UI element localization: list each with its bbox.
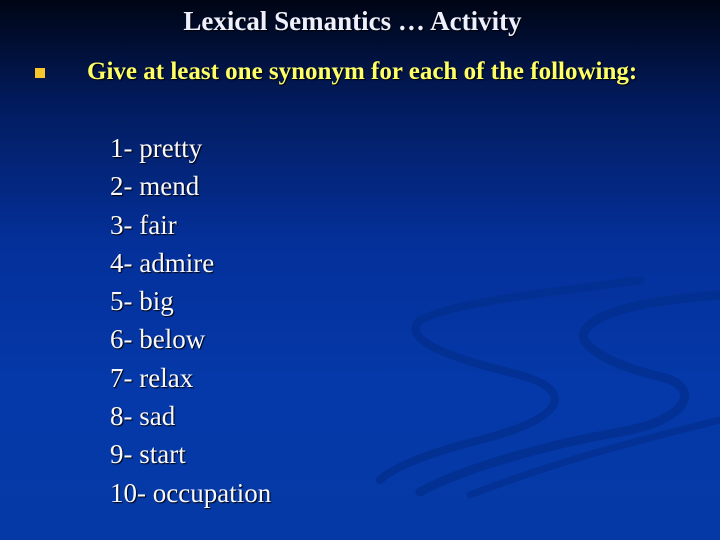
list-item: 5- big bbox=[110, 286, 174, 317]
list-item: 1- pretty bbox=[110, 133, 203, 163]
square-bullet-icon bbox=[35, 68, 45, 78]
instruction-text: Give at least one synonym for each of th… bbox=[87, 58, 638, 85]
list-item: 9- start bbox=[110, 439, 186, 470]
list-item: 2- mend bbox=[110, 171, 200, 202]
list-item: 10- occupation bbox=[110, 477, 272, 508]
list-item: 4- admire bbox=[110, 247, 215, 278]
list-item: 3- fair bbox=[110, 209, 177, 240]
word-list: 1- pretty 2- mend 3- fair 4- admire 5- b… bbox=[110, 129, 271, 512]
list-item: 7- relax bbox=[110, 362, 194, 393]
slide-title: Lexical Semantics … Activity bbox=[183, 6, 522, 36]
list-item: 8- sad bbox=[110, 401, 176, 432]
list-item: 6- below bbox=[110, 324, 206, 355]
